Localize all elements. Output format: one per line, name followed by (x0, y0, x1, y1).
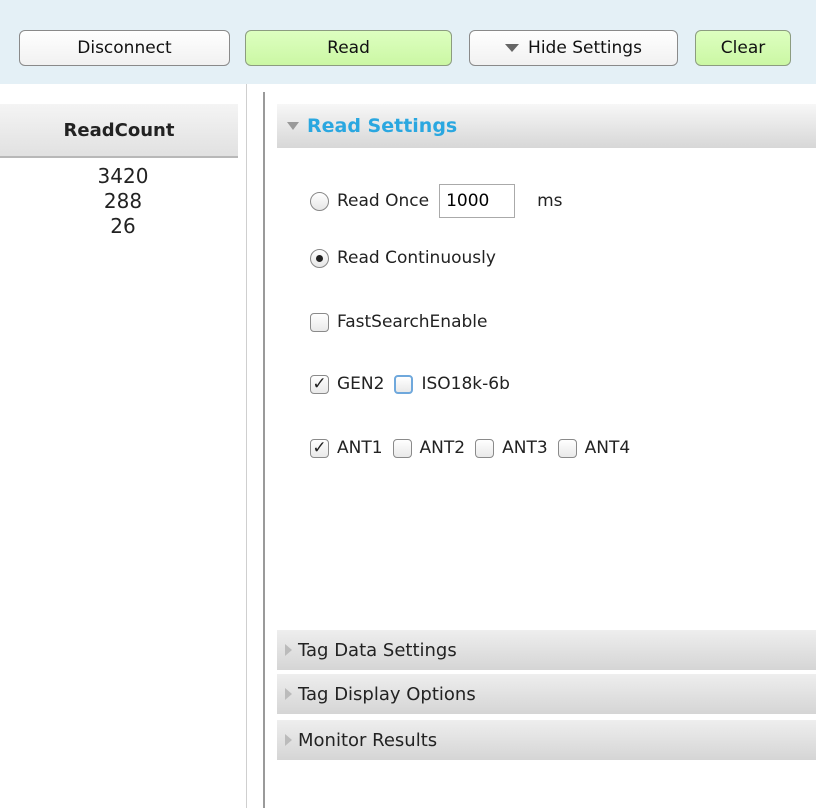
list-item[interactable]: 26 (0, 214, 246, 239)
read-continuously-row: Read Continuously (310, 248, 496, 268)
monitor-results-label: Monitor Results (298, 729, 438, 751)
tag-data-settings-label: Tag Data Settings (298, 639, 457, 661)
clear-button[interactable]: Clear (695, 30, 791, 66)
fast-search-row: FastSearchEnable (310, 312, 487, 332)
fast-search-checkbox[interactable] (310, 312, 329, 332)
read-button-label: Read (327, 38, 370, 58)
read-once-row: Read Once ms (310, 184, 563, 218)
readcount-header-label: ReadCount (63, 119, 175, 141)
tag-display-options-header[interactable]: Tag Display Options (277, 674, 816, 714)
disconnect-button[interactable]: Disconnect (19, 30, 230, 66)
tag-data-settings-header[interactable]: Tag Data Settings (277, 630, 816, 670)
iso18k-6b-checkbox[interactable] (394, 374, 414, 394)
readcount-column-header[interactable]: ReadCount (0, 104, 238, 158)
read-once-duration-input[interactable] (439, 184, 516, 218)
read-button[interactable]: Read (245, 30, 452, 66)
hide-settings-button[interactable]: Hide Settings (469, 30, 678, 66)
monitor-results-header[interactable]: Monitor Results (277, 720, 816, 760)
chevron-right-icon (285, 688, 292, 700)
protocol-row: ✓ GEN2 ISO18k-6b (310, 374, 510, 394)
read-settings-header[interactable]: Read Settings (277, 104, 816, 148)
tag-display-options-label: Tag Display Options (298, 683, 476, 705)
gen2-checkbox[interactable]: ✓ (310, 374, 329, 394)
ant4-label: ANT4 (584, 438, 631, 458)
list-item[interactable]: 288 (0, 189, 246, 214)
read-once-label: Read Once (337, 191, 430, 211)
ant1-checkbox[interactable]: ✓ (310, 438, 329, 458)
read-settings-title: Read Settings (307, 115, 458, 137)
chevron-right-icon (285, 734, 292, 746)
ant4-checkbox[interactable] (557, 438, 577, 458)
chevron-down-icon (505, 44, 520, 52)
hide-settings-button-label: Hide Settings (528, 38, 642, 58)
read-continuously-label: Read Continuously (337, 248, 496, 268)
antenna-row: ✓ ANT1 ANT2 ANT3 ANT4 (310, 438, 630, 458)
split-pane-divider[interactable] (263, 92, 265, 808)
read-once-radio[interactable] (310, 191, 329, 211)
iso18k-6b-label: ISO18k-6b (421, 374, 510, 394)
chevron-down-icon (287, 122, 299, 130)
read-count-panel: ReadCount 3420 288 26 (0, 84, 247, 808)
list-item[interactable]: 3420 (0, 164, 246, 189)
disconnect-button-label: Disconnect (77, 38, 172, 58)
ant1-label: ANT1 (337, 438, 383, 458)
ant2-label: ANT2 (419, 438, 466, 458)
clear-button-label: Clear (720, 38, 766, 58)
ant2-checkbox[interactable] (392, 438, 412, 458)
readcount-list: 3420 288 26 (0, 164, 246, 239)
gen2-label: GEN2 (337, 374, 385, 394)
toolbar: Disconnect Read Hide Settings Clear (0, 0, 816, 84)
read-continuously-radio[interactable] (310, 248, 329, 268)
ant3-checkbox[interactable] (475, 438, 495, 458)
ant3-label: ANT3 (502, 438, 548, 458)
read-once-unit-label: ms (537, 191, 563, 211)
chevron-right-icon (285, 644, 292, 656)
fast-search-label: FastSearchEnable (337, 312, 488, 332)
